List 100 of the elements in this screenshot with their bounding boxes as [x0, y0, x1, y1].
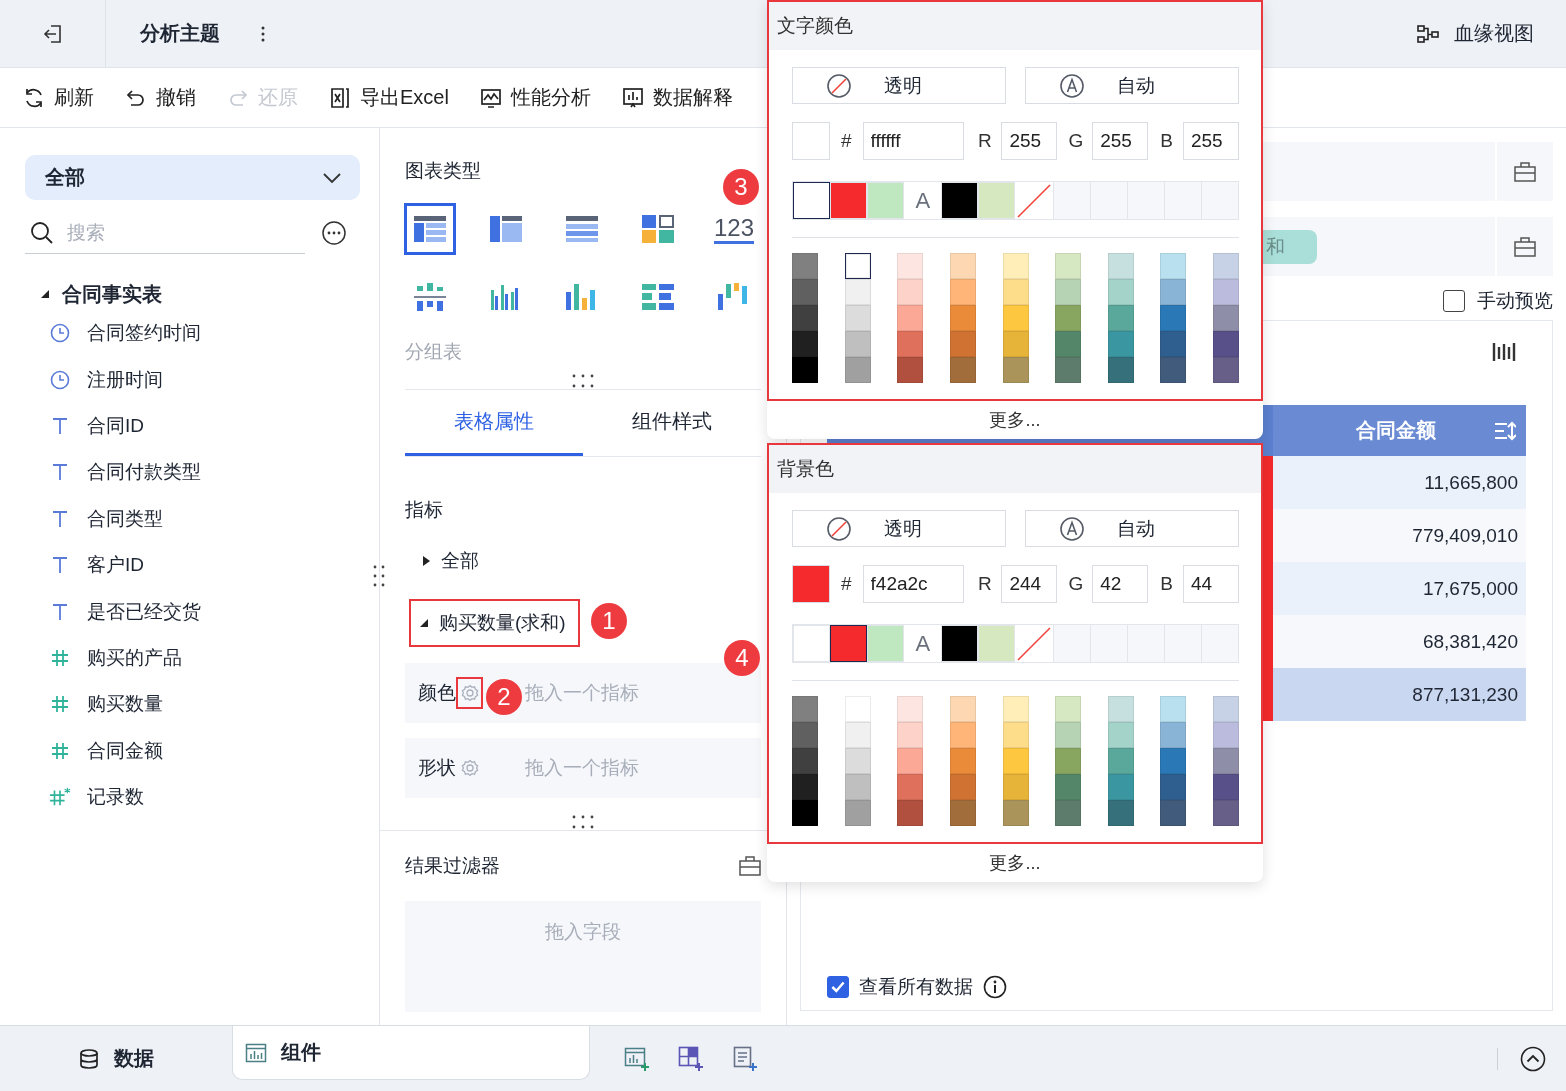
palette-swatch[interactable]: [844, 722, 871, 748]
palette-swatch[interactable]: [844, 331, 871, 357]
metric-item[interactable]: 购买数量(求和): [409, 599, 580, 647]
palette-swatch[interactable]: [897, 253, 924, 279]
palette-swatch[interactable]: [897, 279, 924, 305]
sort-icon[interactable]: [1494, 420, 1516, 441]
chart-icon[interactable]: [1492, 341, 1516, 363]
palette-swatch[interactable]: [1055, 774, 1082, 800]
palette-swatch[interactable]: [1107, 748, 1134, 774]
palette-swatch[interactable]: [792, 722, 818, 748]
palette-swatch[interactable]: [897, 357, 924, 383]
auto-color-button[interactable]: 自动: [1025, 67, 1239, 104]
palette-swatch[interactable]: [1055, 253, 1082, 279]
palette-swatch[interactable]: [1107, 279, 1134, 305]
palette-swatch[interactable]: [949, 800, 976, 826]
palette-swatch[interactable]: [1002, 331, 1029, 357]
palette-swatch[interactable]: [1055, 305, 1082, 331]
recent-color-swatch[interactable]: [941, 625, 979, 662]
palette-swatch[interactable]: [1160, 253, 1187, 279]
recent-color-swatch[interactable]: [867, 182, 905, 219]
palette-swatch[interactable]: [792, 774, 818, 800]
toolbar-button[interactable]: 撤销: [124, 84, 196, 111]
palette-swatch[interactable]: [792, 253, 818, 279]
palette-swatch[interactable]: [949, 722, 976, 748]
recent-color-swatch[interactable]: [978, 625, 1016, 662]
chart-type-option[interactable]: 123: [708, 203, 760, 255]
palette-swatch[interactable]: [949, 357, 976, 383]
palette-swatch[interactable]: [1213, 279, 1239, 305]
field-item[interactable]: 合同付款类型: [87, 459, 201, 486]
field-item[interactable]: 记录数: [87, 784, 144, 811]
hex-input[interactable]: f42a2c: [862, 565, 964, 603]
palette-swatch[interactable]: [1002, 722, 1029, 748]
settings-icon[interactable]: [456, 677, 483, 709]
channel-input[interactable]: 255: [1092, 122, 1149, 160]
transparent-button[interactable]: 透明: [792, 67, 1006, 104]
checkbox-label[interactable]: 手动预览: [1477, 288, 1553, 314]
property-drop-zone[interactable]: 形状 拖入一个指标: [405, 738, 761, 798]
palette-swatch[interactable]: [844, 696, 871, 722]
field-item[interactable]: 是否已经交货: [87, 598, 201, 625]
palette-swatch[interactable]: [1002, 774, 1029, 800]
palette-swatch[interactable]: [1002, 305, 1029, 331]
palette-swatch[interactable]: [792, 357, 818, 383]
palette-swatch[interactable]: [1107, 800, 1134, 826]
palette-swatch[interactable]: [1002, 696, 1029, 722]
palette-swatch[interactable]: [1160, 331, 1187, 357]
recent-color-swatch[interactable]: [793, 625, 831, 662]
palette-swatch[interactable]: [1160, 722, 1187, 748]
palette-swatch[interactable]: [1055, 722, 1082, 748]
palette-swatch[interactable]: [1055, 800, 1082, 826]
drag-handle-icon[interactable]: [372, 564, 386, 588]
palette-swatch[interactable]: [897, 748, 924, 774]
palette-swatch[interactable]: [844, 279, 871, 305]
palette-swatch[interactable]: [1160, 800, 1187, 826]
panel-tab[interactable]: 组件样式: [583, 390, 761, 456]
palette-swatch[interactable]: [949, 748, 976, 774]
add-field-icon[interactable]: [739, 856, 761, 876]
exit-icon[interactable]: [41, 22, 64, 45]
add-field-icon[interactable]: [1514, 161, 1536, 182]
palette-swatch[interactable]: [1213, 748, 1239, 774]
field-item[interactable]: 合同签约时间: [87, 320, 201, 347]
palette-swatch[interactable]: [1160, 357, 1187, 383]
palette-swatch[interactable]: [1160, 279, 1187, 305]
palette-swatch[interactable]: [949, 305, 976, 331]
channel-input[interactable]: 44: [1182, 565, 1239, 603]
no-color-swatch[interactable]: [1015, 182, 1053, 219]
palette-swatch[interactable]: [844, 357, 871, 383]
palette-swatch[interactable]: [1055, 357, 1082, 383]
palette-swatch[interactable]: [792, 748, 818, 774]
palette-swatch[interactable]: [1107, 696, 1134, 722]
palette-swatch[interactable]: [792, 305, 818, 331]
add-layout-icon[interactable]: [678, 1045, 704, 1072]
palette-swatch[interactable]: [897, 722, 924, 748]
field-item[interactable]: 注册时间: [87, 366, 163, 393]
palette-swatch[interactable]: [949, 331, 976, 357]
info-icon[interactable]: [983, 975, 1007, 999]
more-options-icon[interactable]: [321, 220, 347, 246]
checkbox[interactable]: [827, 976, 849, 998]
palette-swatch[interactable]: [1160, 774, 1187, 800]
palette-swatch[interactable]: [1055, 279, 1082, 305]
checkbox-label[interactable]: 查看所有数据: [859, 974, 973, 1000]
palette-swatch[interactable]: [1002, 253, 1029, 279]
field-item[interactable]: 合同金额: [87, 737, 163, 764]
palette-swatch[interactable]: [1107, 331, 1134, 357]
add-field-icon[interactable]: [1514, 236, 1536, 257]
recent-color-swatch[interactable]: [830, 625, 868, 662]
field-item[interactable]: 合同ID: [87, 412, 144, 439]
palette-swatch[interactable]: [897, 305, 924, 331]
palette-swatch[interactable]: [1213, 774, 1239, 800]
search-field[interactable]: 搜索: [25, 212, 305, 254]
palette-swatch[interactable]: [949, 696, 976, 722]
transparent-button[interactable]: 透明: [792, 510, 1006, 547]
table-dropdown[interactable]: 全部: [25, 155, 360, 200]
toolbar-button[interactable]: 刷新: [22, 84, 94, 111]
palette-swatch[interactable]: [1055, 696, 1082, 722]
channel-input[interactable]: 244: [1001, 565, 1058, 603]
add-chart-icon[interactable]: [624, 1045, 650, 1072]
hex-input[interactable]: ffffff: [862, 122, 964, 160]
field-item[interactable]: 购买的产品: [87, 644, 182, 671]
palette-swatch[interactable]: [1160, 696, 1187, 722]
palette-swatch[interactable]: [792, 800, 818, 826]
